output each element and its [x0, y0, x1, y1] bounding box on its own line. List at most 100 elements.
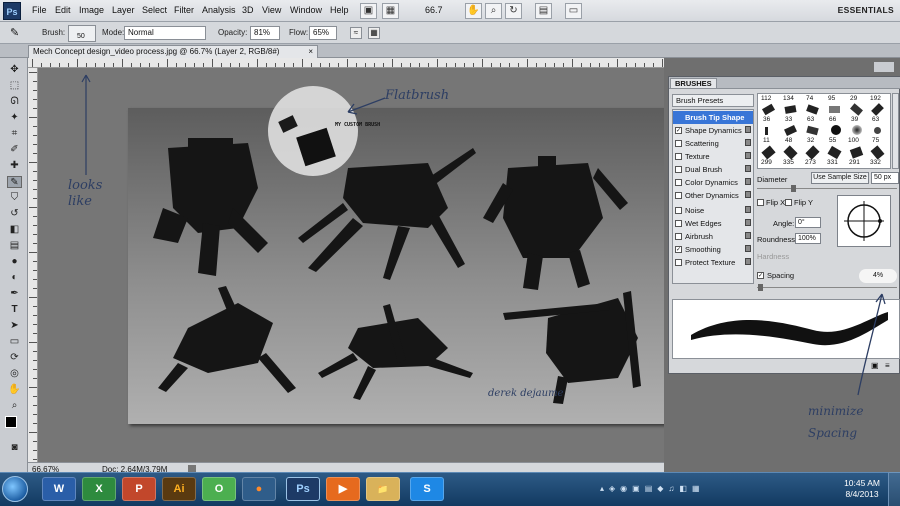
quick-select-icon[interactable]: ✦ [7, 112, 22, 124]
protect-texture-checkbox[interactable] [675, 259, 682, 266]
dodge-tool-icon[interactable]: ◐ [7, 272, 22, 284]
healing-brush-icon[interactable]: ✚ [7, 160, 22, 172]
zoom-tool-icon[interactable]: ⌕ [485, 3, 502, 19]
history-brush-icon[interactable]: ↺ [7, 208, 22, 220]
preset-grid-scrollbar[interactable] [892, 93, 899, 169]
word-taskbar-icon[interactable]: W [42, 477, 76, 501]
clock[interactable]: 10:45 AM 8/4/2013 [844, 478, 880, 500]
eyedropper-icon[interactable]: ✐ [7, 144, 22, 156]
brush-tip-grid[interactable]: 112 134 74 95 29 192 36 33 63 66 39 63 1… [757, 93, 891, 169]
menu-edit[interactable]: Edit [55, 5, 71, 15]
brush-dab-icon[interactable] [806, 125, 819, 136]
texture-checkbox[interactable] [675, 153, 682, 160]
brush-dab-icon[interactable] [831, 125, 841, 135]
eraser-icon[interactable]: ◧ [7, 224, 22, 236]
protect-texture-item[interactable]: Protect Texture [673, 256, 753, 269]
pen-tool-icon[interactable]: ✒ [7, 288, 22, 300]
menu-view[interactable]: View [262, 5, 281, 15]
spacing-field[interactable]: 4% [859, 269, 897, 283]
wet-edges-item[interactable]: Wet Edges [673, 217, 753, 230]
noise-checkbox[interactable] [675, 207, 682, 214]
flip-y-checkbox[interactable] [785, 199, 792, 206]
brush-dab-icon[interactable] [849, 146, 864, 159]
lock-icon[interactable] [745, 232, 751, 239]
blur-tool-icon[interactable]: ● [7, 256, 22, 268]
menu-3d[interactable]: 3D [242, 5, 254, 15]
lock-icon[interactable] [745, 206, 751, 213]
smoothing-item[interactable]: ✓ Smoothing [673, 243, 753, 256]
3d-camera-icon[interactable]: ◎ [7, 368, 22, 380]
texture-item[interactable]: Texture [673, 150, 753, 163]
flip-x-checkbox[interactable] [757, 199, 764, 206]
lock-icon[interactable] [745, 245, 751, 252]
brush-dab-icon[interactable] [765, 127, 768, 135]
scattering-checkbox[interactable] [675, 140, 682, 147]
hand-tool-icon[interactable]: ✋ [465, 3, 482, 19]
system-tray-icons[interactable]: ▴◈◉▣▤◆♫◧▦ [600, 484, 790, 494]
lock-icon[interactable] [745, 219, 751, 226]
brush-tool-icon[interactable]: ✎ [10, 26, 19, 39]
brushes-tab[interactable]: BRUSHES [670, 78, 717, 89]
airbrush-checkbox[interactable] [675, 233, 682, 240]
start-button-icon[interactable] [2, 476, 28, 502]
brush-picker[interactable]: 50 [68, 25, 96, 42]
show-desktop-button[interactable] [888, 472, 900, 506]
noise-item[interactable]: Noise [673, 204, 753, 217]
dual-brush-checkbox[interactable] [675, 166, 682, 173]
smoothing-checkbox[interactable]: ✓ [675, 246, 682, 253]
clone-stamp-icon[interactable]: ⛉ [7, 192, 22, 204]
airbrush-toggle-icon[interactable]: ≈ [350, 27, 362, 39]
diameter-field[interactable]: 50 px [871, 172, 899, 184]
shape-dynamics-checkbox[interactable]: ✓ [675, 127, 682, 134]
scattering-item[interactable]: Scattering [673, 137, 753, 150]
gradient-tool-icon[interactable]: ▤ [7, 240, 22, 252]
photoshop-taskbar-icon[interactable]: Ps [286, 477, 320, 501]
powerpoint-taskbar-icon[interactable]: P [122, 477, 156, 501]
diameter-slider-handle[interactable] [791, 185, 796, 192]
brush-dab-icon[interactable] [783, 145, 798, 160]
lasso-tool-icon[interactable]: ᘏ [7, 96, 22, 108]
lock-icon[interactable] [745, 191, 751, 198]
lock-icon[interactable] [745, 178, 751, 185]
brush-tip-shape-item[interactable]: Brush Tip Shape [673, 111, 753, 124]
menu-help[interactable]: Help [330, 5, 349, 15]
collapse-panels-icon[interactable] [874, 62, 894, 72]
opacity-field[interactable]: 81% [250, 26, 280, 40]
brush-dab-icon[interactable] [761, 145, 776, 160]
brush-dab-icon[interactable] [829, 106, 840, 113]
mode-select[interactable]: Normal [124, 26, 206, 40]
flow-field[interactable]: 65% [309, 26, 337, 40]
brush-angle-preview[interactable] [837, 195, 891, 247]
brush-dab-icon[interactable] [874, 127, 881, 134]
brush-dab-icon[interactable] [784, 125, 797, 136]
other-dynamics-checkbox[interactable] [675, 192, 682, 199]
brush-dab-icon[interactable] [806, 104, 819, 115]
hand-tool-box-icon[interactable]: ✋ [7, 384, 22, 396]
menu-image[interactable]: Image [79, 5, 104, 15]
mini-bridge-icon[interactable]: ▦ [382, 3, 399, 19]
menu-analysis[interactable]: Analysis [202, 5, 236, 15]
workspace-switcher[interactable]: ESSENTIALS [838, 5, 894, 15]
brush-presets-button[interactable]: Brush Presets [672, 94, 754, 107]
brush-tool-selected-icon[interactable]: ✎ [7, 176, 22, 188]
crop-tool-icon[interactable]: ⌗ [7, 128, 22, 140]
foreground-color-swatch[interactable] [5, 416, 17, 428]
arrange-documents-icon[interactable]: ▤ [535, 3, 552, 19]
menu-file[interactable]: File [32, 5, 47, 15]
green-app-taskbar-icon[interactable]: O [202, 477, 236, 501]
lock-icon[interactable] [745, 165, 751, 172]
marquee-tool-icon[interactable]: ⬚ [7, 80, 22, 92]
use-sample-size-button[interactable]: Use Sample Size [811, 172, 869, 184]
angle-field[interactable]: 0° [795, 217, 821, 228]
document-canvas[interactable] [128, 108, 690, 424]
airbrush-item[interactable]: Airbrush [673, 230, 753, 243]
bridge-icon[interactable]: ▣ [360, 3, 377, 19]
brush-dab-icon[interactable] [761, 103, 776, 116]
rotate-view-icon[interactable]: ↻ [505, 3, 522, 19]
dual-brush-item[interactable]: Dual Brush [673, 163, 753, 176]
shape-tool-icon[interactable]: ▭ [7, 336, 22, 348]
lock-icon[interactable] [745, 139, 751, 146]
skype-taskbar-icon[interactable]: S [410, 477, 444, 501]
explorer-taskbar-icon[interactable]: 📁 [366, 477, 400, 501]
brush-dab-icon[interactable] [805, 145, 820, 160]
